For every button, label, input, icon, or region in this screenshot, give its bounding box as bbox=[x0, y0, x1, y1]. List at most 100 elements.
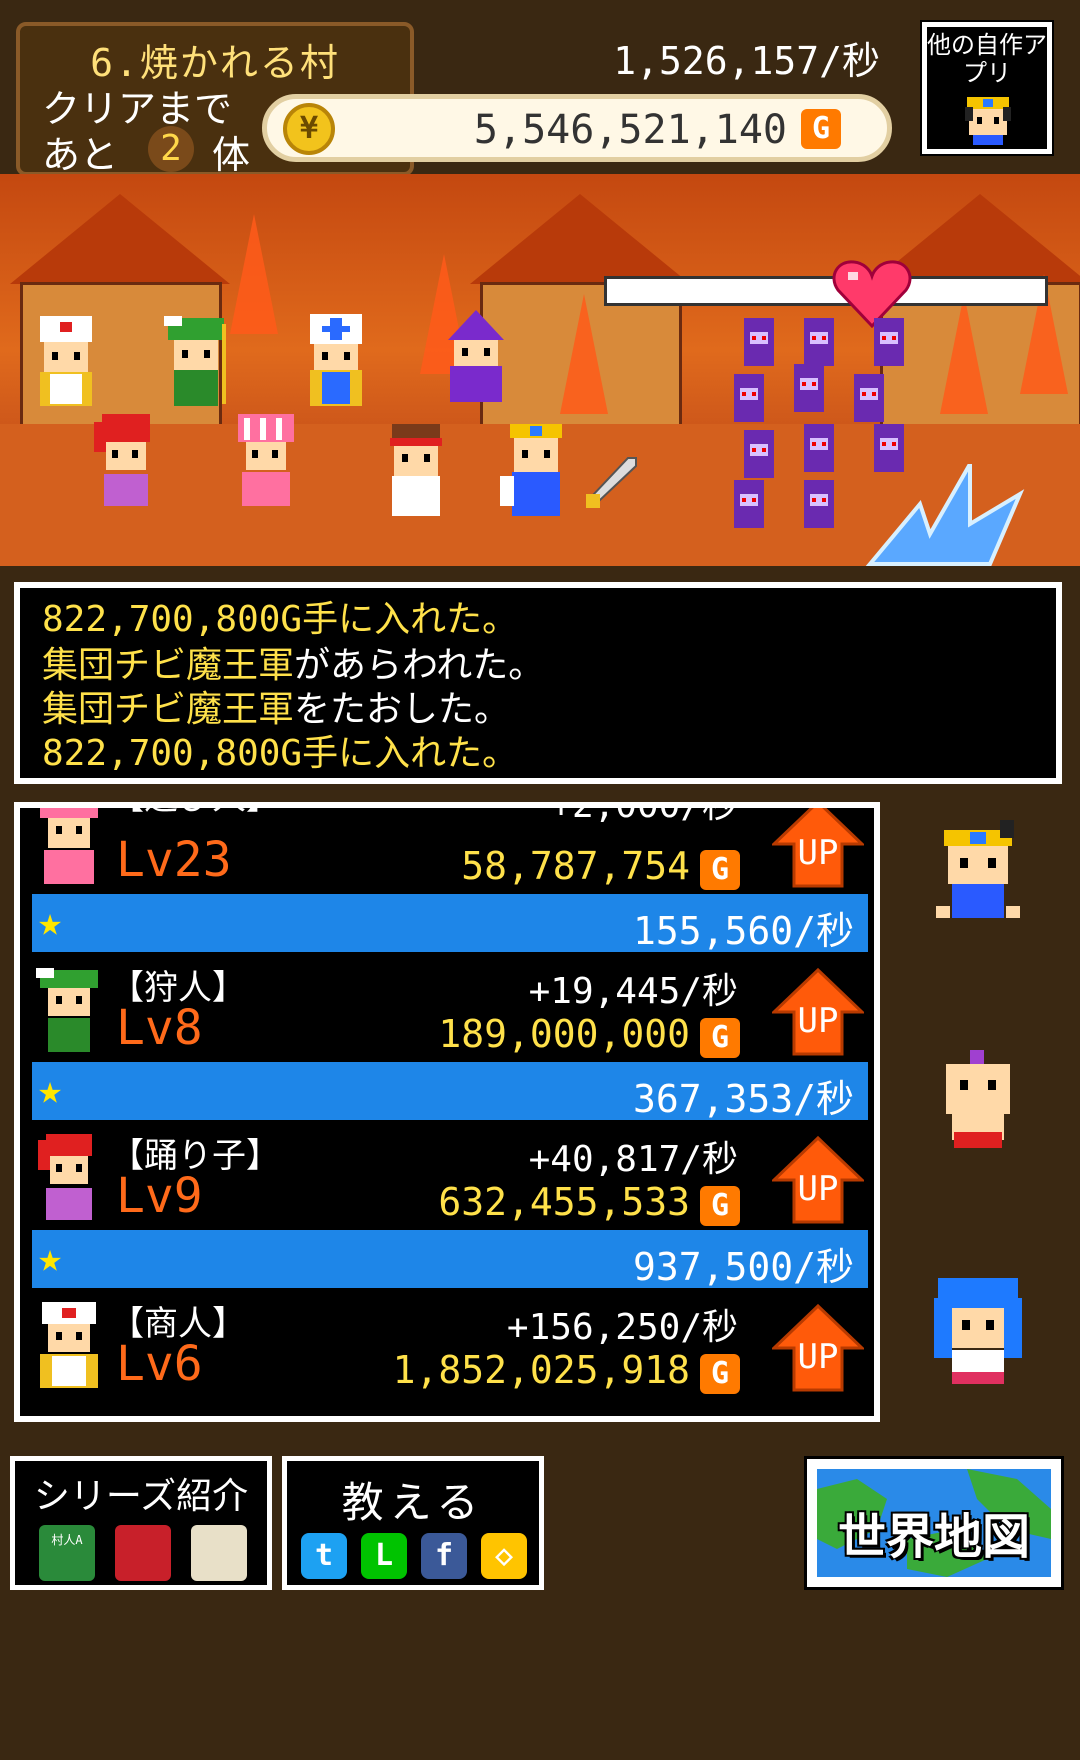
series-intro-panel[interactable]: シリーズ紹介 村人A bbox=[10, 1456, 272, 1590]
baby-character[interactable] bbox=[930, 1050, 1026, 1160]
member-upgrade-cost: 632,455,533 bbox=[438, 1180, 690, 1224]
fighter-hero bbox=[390, 424, 442, 516]
fire bbox=[940, 294, 988, 414]
world-map-button[interactable]: 世界地図 bbox=[804, 1456, 1064, 1590]
gold-bar: ¥ 5,546,521,140 G bbox=[262, 94, 892, 162]
enemy-hp-bar bbox=[604, 276, 1048, 306]
clear-prefix: あと bbox=[42, 133, 119, 177]
member-upgrade-cost: 1,852,025,918 bbox=[392, 1348, 690, 1392]
series-intro-label: シリーズ紹介 bbox=[33, 1476, 249, 1517]
enemy-chibi-demon bbox=[744, 430, 774, 478]
battle-scene bbox=[0, 174, 1080, 566]
cumulative-income-bar: ★ 367,353/秒 bbox=[32, 1062, 868, 1121]
member-upgrade-cost: 189,000,000 bbox=[438, 1012, 690, 1056]
series-app-icon[interactable]: 村人A bbox=[39, 1525, 95, 1581]
world-map-thumbnail: 世界地図 bbox=[817, 1469, 1051, 1577]
party-member-row: 【狩人】 +19,445/秒 Lv8 189,000,000 G UP bbox=[20, 956, 874, 1068]
party-list[interactable]: 【遊び人】 +2,000/秒 Lv23 58,787,754 G UP ★ 15… bbox=[14, 802, 880, 1422]
level-up-button[interactable]: UP bbox=[772, 1134, 864, 1226]
fire bbox=[230, 214, 278, 334]
house-roof bbox=[470, 194, 690, 284]
dancer-portrait bbox=[38, 1134, 92, 1220]
sword-icon bbox=[586, 457, 637, 508]
coin-icon: ¥ bbox=[283, 103, 335, 155]
member-level: Lv6 bbox=[116, 1336, 203, 1392]
svg-text:UP: UP bbox=[798, 1337, 839, 1377]
cumulative-income-bar: ★ 155,560/秒 bbox=[32, 894, 868, 953]
member-income: +19,445/秒 bbox=[528, 971, 738, 1012]
enemy-chibi-demon bbox=[744, 318, 774, 366]
clear-suffix: 体 bbox=[212, 133, 251, 177]
enemy-chibi-demon bbox=[804, 424, 834, 472]
twitter-icon[interactable]: t bbox=[301, 1533, 347, 1579]
gold-unit-icon: G bbox=[700, 1354, 740, 1394]
cumulative-income-bar: ★ 937,500/秒 bbox=[32, 1230, 868, 1289]
hero-character[interactable] bbox=[930, 820, 1026, 930]
member-upgrade-cost: 58,787,754 bbox=[461, 844, 690, 888]
series-app-icon[interactable] bbox=[115, 1525, 171, 1581]
cumulative-income: 155,560/秒 bbox=[632, 909, 854, 953]
share-other-icon[interactable]: ◇ bbox=[481, 1533, 527, 1579]
fire bbox=[560, 294, 608, 414]
gold-unit-icon: G bbox=[700, 1018, 740, 1058]
line-icon[interactable]: L bbox=[361, 1533, 407, 1579]
priest-hero bbox=[310, 314, 362, 406]
message-log: 822,700,800G手に入れた。 集団チビ魔王軍があらわれた。 集団チビ魔王… bbox=[14, 582, 1062, 784]
gold-unit-icon: G bbox=[801, 109, 841, 149]
dancer-hero bbox=[94, 414, 150, 506]
level-up-button[interactable]: UP bbox=[772, 966, 864, 1058]
princess-character[interactable] bbox=[930, 1278, 1026, 1388]
party-member-row: 【遊び人】 +2,000/秒 Lv23 58,787,754 G UP bbox=[20, 802, 874, 900]
member-level: Lv8 bbox=[116, 1000, 203, 1056]
facebook-icon[interactable]: f bbox=[421, 1533, 467, 1579]
party-member-row: 【商人】 +156,250/秒 Lv6 1,852,025,918 G UP bbox=[20, 1292, 874, 1404]
member-name: 【遊び人】 bbox=[110, 808, 280, 819]
level-up-button[interactable]: UP bbox=[772, 1302, 864, 1394]
cumulative-income: 367,353/秒 bbox=[632, 1077, 854, 1121]
member-income: +2,000/秒 bbox=[550, 802, 738, 826]
enemy-chibi-demon bbox=[734, 480, 764, 528]
hunter-hero bbox=[164, 316, 226, 406]
other-apps-label: 他の自作アプリ bbox=[927, 31, 1047, 87]
enemy-chibi-demon bbox=[804, 480, 834, 528]
income-rate: 1,526,157/秒 bbox=[613, 39, 880, 83]
other-apps-button[interactable]: 他の自作アプリ bbox=[922, 22, 1052, 154]
jester-portrait bbox=[40, 808, 98, 884]
member-income: +156,250/秒 bbox=[506, 1307, 738, 1348]
gold-unit-icon: G bbox=[700, 1186, 740, 1226]
log-line: 822,700,800G手に入れた。 bbox=[42, 733, 519, 774]
share-panel: 教える t L f ◇ bbox=[282, 1456, 544, 1590]
star-icon: ★ bbox=[38, 1235, 63, 1281]
jester-hero bbox=[238, 414, 294, 506]
member-level: Lv9 bbox=[116, 1168, 203, 1224]
enemy-chibi-demon bbox=[854, 374, 884, 422]
level-up-button[interactable]: UP bbox=[772, 802, 864, 890]
cumulative-income: 937,500/秒 bbox=[632, 1245, 854, 1289]
share-label: 教える bbox=[341, 1478, 485, 1527]
enemy-chibi-demon bbox=[794, 364, 824, 412]
svg-text:UP: UP bbox=[798, 833, 839, 873]
member-income: +40,817/秒 bbox=[528, 1139, 738, 1180]
gold-unit-icon: G bbox=[700, 850, 740, 890]
star-icon: ★ bbox=[38, 1067, 63, 1113]
wizard-hero bbox=[448, 310, 504, 402]
log-line: 集団チビ魔王軍をたおした。 bbox=[42, 689, 511, 730]
hero-knight bbox=[500, 424, 562, 516]
world-map-label: 世界地図 bbox=[837, 1509, 1030, 1565]
gold-total: 5,546,521,140 bbox=[473, 107, 787, 153]
member-level: Lv23 bbox=[116, 832, 232, 888]
party-member-row: 【踊り子】 +40,817/秒 Lv9 632,455,533 G UP bbox=[20, 1124, 874, 1236]
enemy-chibi-demon bbox=[734, 374, 764, 422]
enemy-chibi-demon bbox=[804, 318, 834, 366]
hero-face-icon bbox=[965, 97, 1011, 145]
svg-text:UP: UP bbox=[798, 1001, 839, 1041]
log-line: 集団チビ魔王軍があらわれた。 bbox=[42, 645, 545, 686]
svg-text:UP: UP bbox=[798, 1169, 839, 1209]
ice-crystal-effect bbox=[865, 464, 1025, 566]
hunter-portrait bbox=[36, 968, 98, 1052]
remaining-enemies-count: 2 bbox=[148, 126, 194, 172]
enemy-chibi-demon bbox=[874, 318, 904, 366]
star-icon: ★ bbox=[38, 899, 63, 945]
series-app-icon[interactable] bbox=[191, 1525, 247, 1581]
house-roof bbox=[10, 194, 230, 284]
